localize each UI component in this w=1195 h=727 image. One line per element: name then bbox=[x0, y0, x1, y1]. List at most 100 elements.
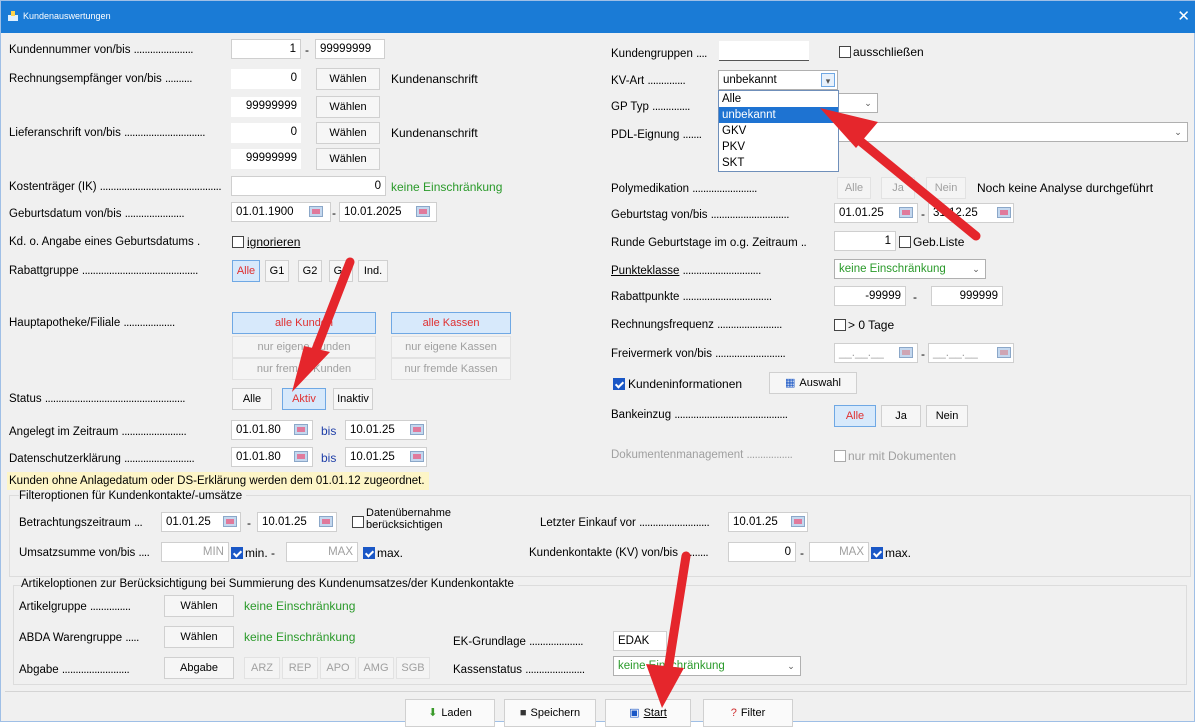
kv-art-option-skt[interactable]: SKT bbox=[719, 155, 838, 171]
calendar-icon[interactable] bbox=[410, 424, 424, 435]
calendar-icon[interactable] bbox=[223, 516, 237, 527]
rechnungsempfaenger-choose-button[interactable]: Wählen bbox=[316, 68, 380, 90]
geb-liste-checkbox[interactable] bbox=[899, 236, 911, 248]
artikelgruppe-info: keine Einschränkung bbox=[244, 599, 356, 613]
chevron-down-icon[interactable]: ⌄ bbox=[861, 96, 875, 110]
rechnungsempfaenger-to[interactable]: 99999999 bbox=[231, 97, 301, 117]
polymedikation-alle[interactable]: Alle bbox=[837, 177, 871, 199]
nur-eigene-kunden-button[interactable]: nur eigene Kunden bbox=[232, 336, 376, 358]
kostentraeger-info: keine Einschränkung bbox=[391, 180, 503, 194]
chevron-down-icon[interactable]: ⌄ bbox=[1171, 125, 1185, 139]
polymedikation-ja[interactable]: Ja bbox=[881, 177, 915, 199]
umsatz-max-checkbox[interactable] bbox=[363, 547, 375, 559]
ignorieren-checkbox[interactable] bbox=[232, 236, 244, 248]
rabattgruppe-g2[interactable]: G2 bbox=[298, 260, 322, 282]
calendar-icon[interactable] bbox=[997, 347, 1011, 358]
zuordnung-note: Kunden ohne Anlagedatum oder DS-Erklärun… bbox=[7, 472, 429, 490]
calendar-icon[interactable] bbox=[319, 516, 333, 527]
close-icon[interactable]: ✕ bbox=[1177, 7, 1190, 25]
chevron-down-icon[interactable]: ⌄ bbox=[784, 659, 798, 673]
abgabe-sgb[interactable]: SGB bbox=[396, 657, 430, 679]
nur-eigene-kassen-button[interactable]: nur eigene Kassen bbox=[391, 336, 511, 358]
status-inaktiv[interactable]: Inaktiv bbox=[333, 388, 373, 410]
bankeinzug-ja[interactable]: Ja bbox=[881, 405, 921, 427]
bankeinzug-alle[interactable]: Alle bbox=[834, 405, 876, 427]
rabattgruppe-g3[interactable]: G3 bbox=[329, 260, 353, 282]
rechnungsempfaenger-to-choose-button[interactable]: Wählen bbox=[316, 96, 380, 118]
abgabe-amg[interactable]: AMG bbox=[358, 657, 394, 679]
abgabe-apo[interactable]: APO bbox=[320, 657, 356, 679]
kundenkontakte-max-checkbox[interactable] bbox=[871, 547, 883, 559]
calendar-icon[interactable] bbox=[309, 206, 323, 217]
abgabe-arz[interactable]: ARZ bbox=[244, 657, 280, 679]
kundenkontakte-max-input[interactable]: MAX bbox=[809, 542, 869, 562]
nur-fremde-kunden-button[interactable]: nur fremde Kunden bbox=[232, 358, 376, 380]
abgabe-button[interactable]: Abgabe bbox=[164, 657, 234, 679]
lieferanschrift-choose-button[interactable]: Wählen bbox=[316, 122, 380, 144]
filter-button[interactable]: ? Filter bbox=[703, 699, 793, 727]
laden-button[interactable]: ⬇ Laden bbox=[405, 699, 495, 727]
rechnungsempfaenger-from[interactable]: 0 bbox=[231, 69, 301, 89]
rabattgruppe-ind[interactable]: Ind. bbox=[358, 260, 388, 282]
status-label: Status .................................… bbox=[9, 393, 185, 405]
ausschliessen-checkbox[interactable] bbox=[839, 46, 851, 58]
nur-fremde-kassen-button[interactable]: nur fremde Kassen bbox=[391, 358, 511, 380]
kv-art-option-gkv[interactable]: GKV bbox=[719, 123, 838, 139]
alle-kassen-button[interactable]: alle Kassen bbox=[391, 312, 511, 334]
status-aktiv[interactable]: Aktiv bbox=[282, 388, 326, 410]
kundennummer-to[interactable]: 99999999 bbox=[315, 39, 385, 59]
kostentraeger-input[interactable]: 0 bbox=[231, 176, 386, 196]
rabattpunkte-to[interactable]: 999999 bbox=[931, 286, 1003, 306]
kv-art-dropdown[interactable]: unbekannt ▾ bbox=[718, 70, 838, 90]
lieferanschrift-from[interactable]: 0 bbox=[231, 123, 301, 143]
kassenstatus-dropdown[interactable]: keine Einschränkung ⌄ bbox=[613, 656, 801, 676]
polymedikation-nein[interactable]: Nein bbox=[926, 177, 966, 199]
kundennummer-from[interactable]: 1 bbox=[231, 39, 301, 59]
rechnungsfrequenz-checkbox[interactable] bbox=[834, 319, 846, 331]
chevron-down-icon[interactable]: ⌄ bbox=[969, 262, 983, 276]
calendar-icon[interactable] bbox=[997, 207, 1011, 218]
abda-choose-button[interactable]: Wählen bbox=[164, 626, 234, 648]
kundeninformationen-checkbox[interactable] bbox=[613, 378, 625, 390]
bankeinzug-label: Bankeinzug .............................… bbox=[611, 409, 788, 421]
kv-art-label: KV-Art .............. bbox=[611, 75, 686, 87]
umsatz-min-input[interactable]: MIN bbox=[161, 542, 229, 562]
bankeinzug-nein[interactable]: Nein bbox=[926, 405, 968, 427]
angelegt-bis: bis bbox=[321, 424, 337, 438]
chevron-down-icon[interactable]: ▾ bbox=[821, 73, 835, 87]
punkteklasse-dropdown[interactable]: keine Einschränkung ⌄ bbox=[834, 259, 986, 279]
speichern-button[interactable]: ■ Speichern bbox=[504, 699, 596, 727]
datenuebernahme-checkbox[interactable] bbox=[352, 516, 364, 528]
kundengruppen-input[interactable] bbox=[719, 41, 809, 61]
calendar-icon[interactable] bbox=[899, 207, 913, 218]
alle-kunden-button[interactable]: alle Kunden bbox=[232, 312, 376, 334]
rabattgruppe-g1[interactable]: G1 bbox=[265, 260, 289, 282]
umsatz-min-label: min. - bbox=[245, 546, 276, 560]
calendar-icon[interactable] bbox=[294, 451, 308, 462]
auswahl-button[interactable]: ▦ Auswahl bbox=[769, 372, 857, 394]
lieferanschrift-to[interactable]: 99999999 bbox=[231, 149, 301, 169]
umsatz-max-input[interactable]: MAX bbox=[286, 542, 358, 562]
rabattgruppe-alle[interactable]: Alle bbox=[232, 260, 260, 282]
calendar-icon[interactable] bbox=[294, 424, 308, 435]
start-button[interactable]: ▣ Start bbox=[605, 699, 691, 727]
kv-art-option-unbekannt[interactable]: unbekannt bbox=[719, 107, 838, 123]
calendar-icon[interactable] bbox=[416, 206, 430, 217]
lieferanschrift-to-choose-button[interactable]: Wählen bbox=[316, 148, 380, 170]
calendar-icon[interactable] bbox=[410, 451, 424, 462]
kv-art-options: Alle unbekannt GKV PKV SKT bbox=[718, 90, 839, 172]
runde-input[interactable]: 1 bbox=[834, 231, 896, 251]
calendar-icon[interactable] bbox=[899, 347, 913, 358]
calendar-icon[interactable] bbox=[791, 516, 805, 527]
status-alle[interactable]: Alle bbox=[232, 388, 272, 410]
ek-grundlage-input[interactable]: EDAK bbox=[613, 631, 667, 651]
kundenkontakte-from[interactable]: 0 bbox=[728, 542, 796, 562]
abgabe-rep[interactable]: REP bbox=[282, 657, 318, 679]
umsatz-min-checkbox[interactable] bbox=[231, 547, 243, 559]
kv-art-option-pkv[interactable]: PKV bbox=[719, 139, 838, 155]
kv-art-option-alle[interactable]: Alle bbox=[719, 91, 838, 107]
geburtsdatum-sep: - bbox=[332, 206, 336, 220]
artikelgruppe-choose-button[interactable]: Wählen bbox=[164, 595, 234, 617]
dokumente-checkbox[interactable] bbox=[834, 450, 846, 462]
rabattpunkte-from[interactable]: -99999 bbox=[834, 286, 906, 306]
